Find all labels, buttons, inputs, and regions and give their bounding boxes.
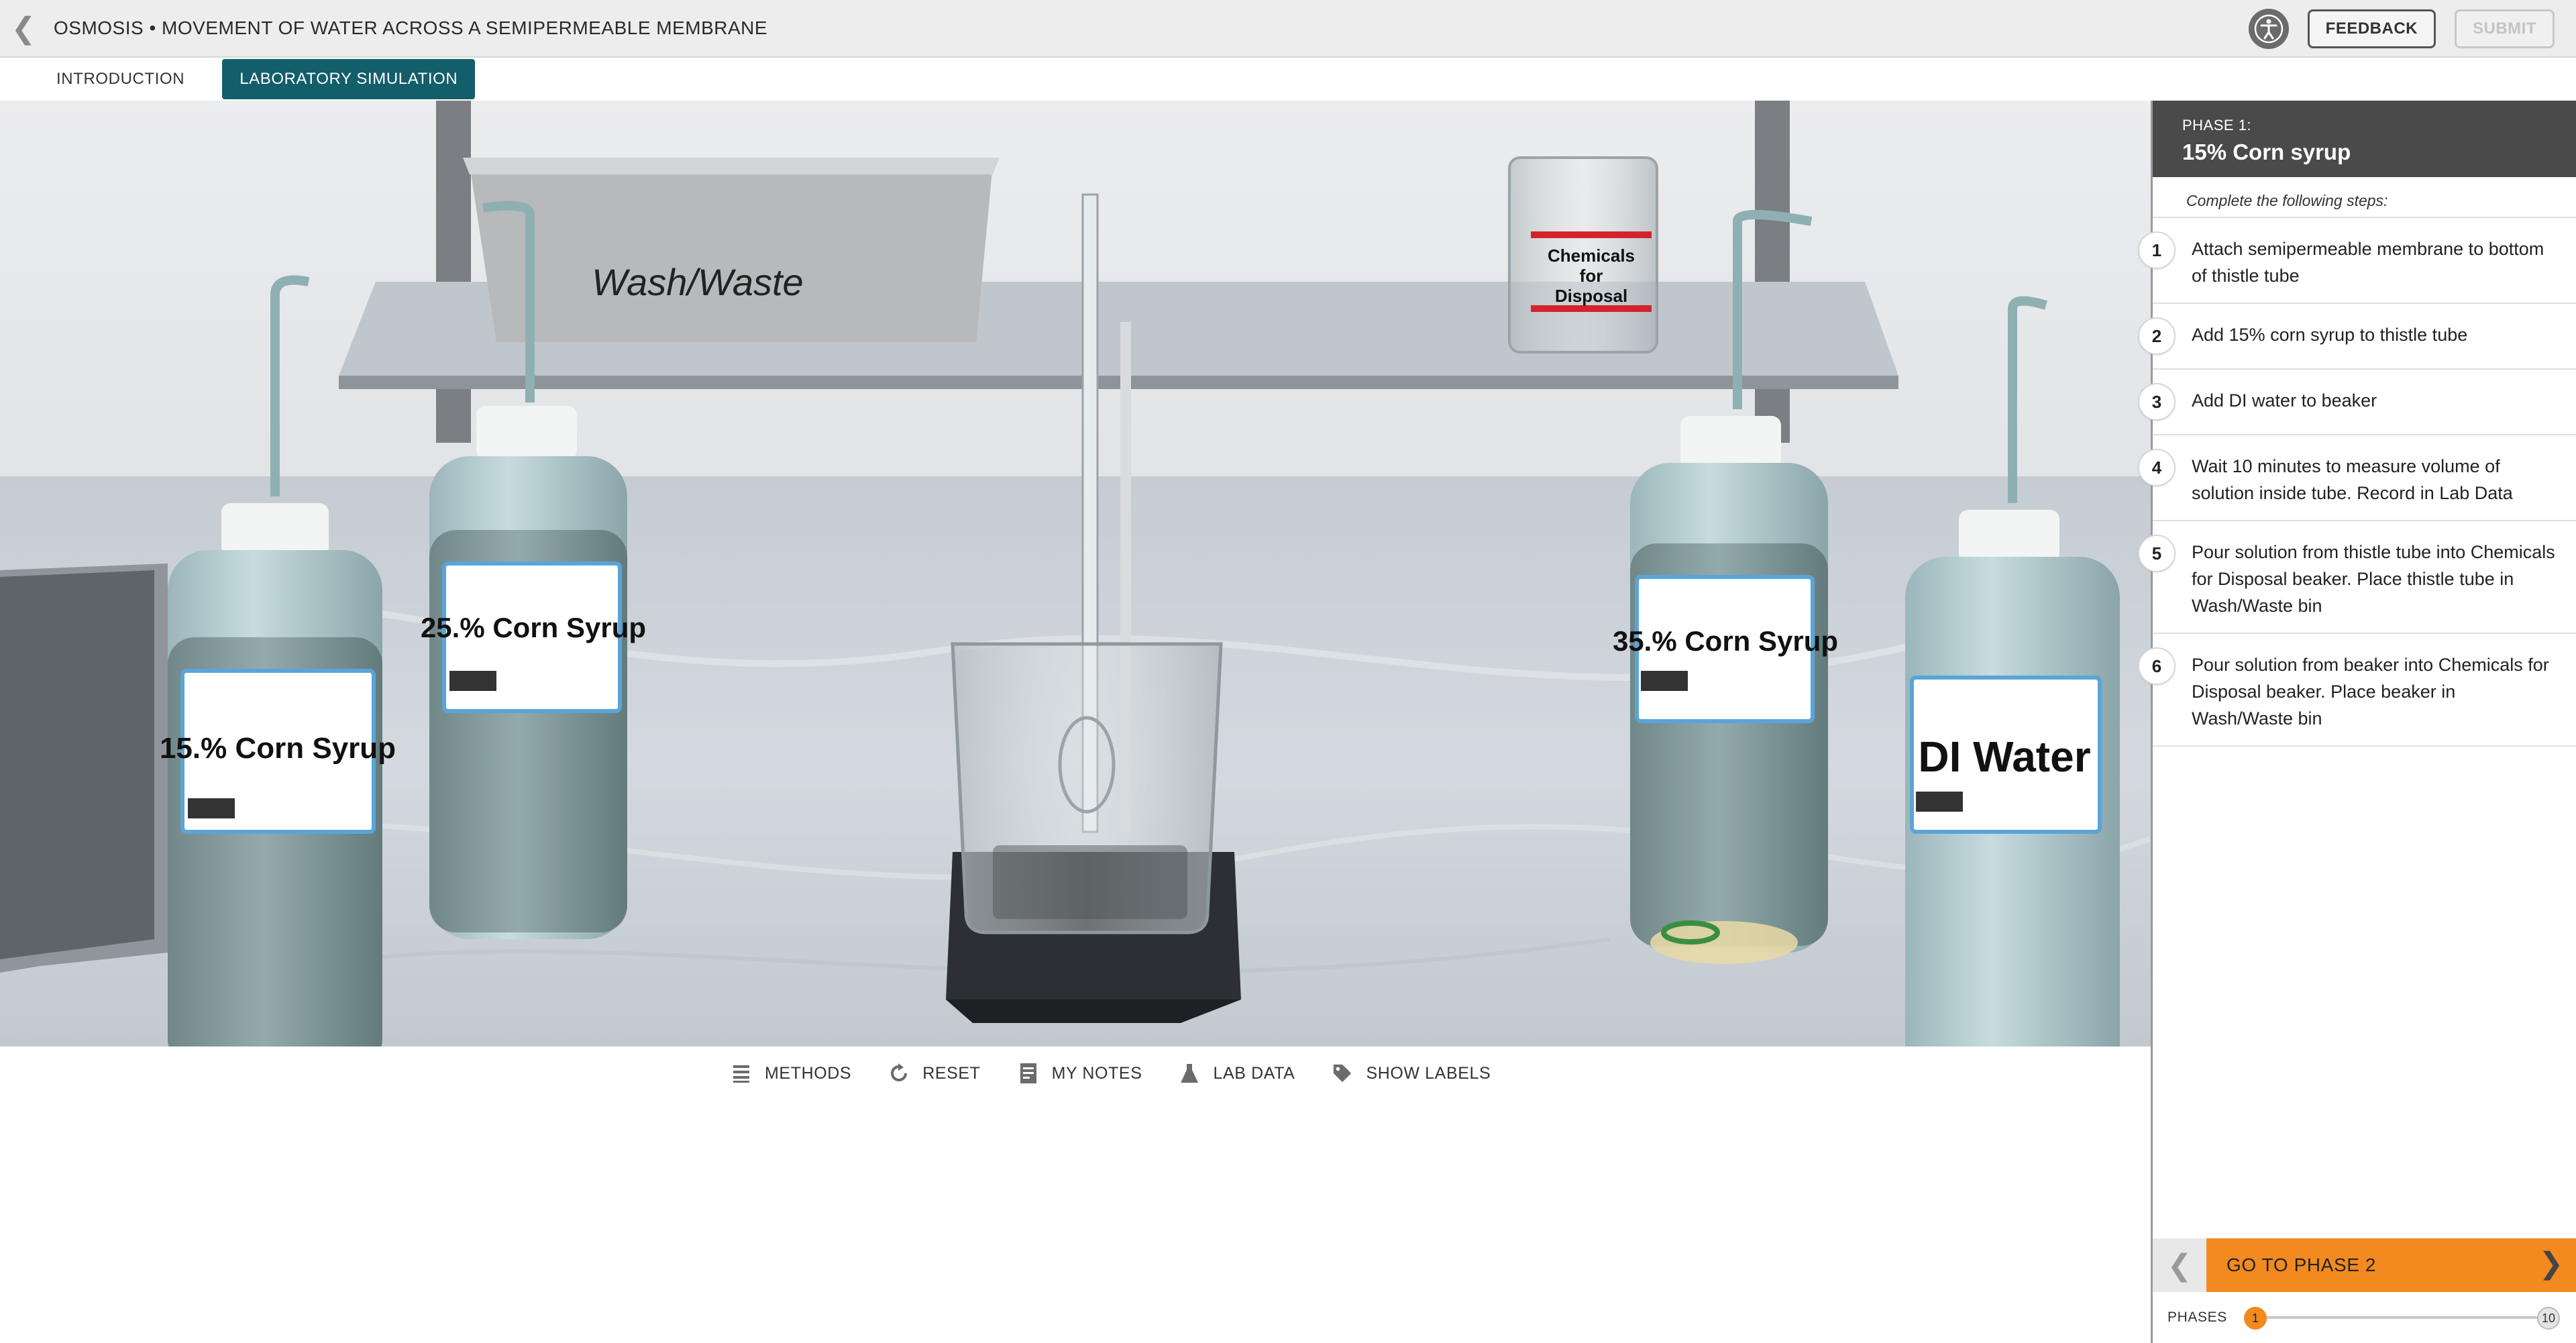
lab-data-label: LAB DATA [1213,1063,1295,1083]
phase-navigation: ❮ GO TO PHASE 2 ❯ [2153,1238,2576,1292]
phases-slider-row: PHASES 1 10 [2153,1299,2576,1336]
phase-slider-end: 10 [2537,1307,2560,1330]
tag-icon [1332,1062,1352,1085]
tab-bar: INTRODUCTION LABORATORY SIMULATION [0,58,2576,101]
methods-label: METHODS [765,1063,852,1083]
step-text: Attach semipermeable membrane to bottom … [2192,239,2544,286]
step-number: 5 [2138,535,2176,572]
scene-toolbar: METHODS RESET MY NOTES LAB DATA SHOW LAB… [731,1057,1491,1090]
lab-scene[interactable]: Wash/Waste Chemicals for Disposal 15.% C… [0,101,2151,1046]
methods-button[interactable]: METHODS [731,1062,851,1085]
phase-slider-handle[interactable]: 1 [2244,1307,2267,1330]
list-icon [731,1062,751,1085]
submit-button[interactable]: SUBMIT [2455,9,2555,48]
notes-icon [1018,1062,1038,1085]
show-labels-label: SHOW LABELS [1366,1063,1491,1083]
step-item: 3 Add DI water to beaker [2138,370,2576,435]
lab-scene-illustration: Wash/Waste Chemicals for Disposal 15.% C… [0,101,2151,1046]
step-number: 4 [2138,449,2176,486]
bottle-di-label: DI Water [1918,733,2090,781]
tab-laboratory-simulation[interactable]: LABORATORY SIMULATION [222,59,476,99]
back-chevron-icon[interactable]: ❮ [0,0,47,57]
disposal-label-line-2: for [1580,266,1603,286]
phase-header: PHASE 1: 15% Corn syrup [2153,101,2576,177]
top-bar: ❮ OSMOSIS • MOVEMENT OF WATER ACROSS A S… [0,0,2576,58]
phase-number: PHASE 1: [2182,117,2252,133]
bottle-25-label: 25.% Corn Syrup [421,612,646,643]
accessibility-icon[interactable] [2248,9,2289,49]
step-text: Add 15% corn syrup to thistle tube [2192,325,2468,345]
disposal-label-line-3: Disposal [1555,286,1627,306]
step-number: 6 [2138,647,2176,685]
next-phase-label: GO TO PHASE 2 [2226,1254,2377,1275]
chevron-right-icon: ❯ [2538,1247,2564,1280]
step-number: 2 [2138,317,2176,355]
phases-label: PHASES [2167,1309,2227,1325]
reset-label: RESET [922,1063,981,1083]
wash-waste-label: Wash/Waste [592,261,803,303]
page-title: OSMOSIS • MOVEMENT OF WATER ACROSS A SEM… [54,17,768,38]
steps-panel: PHASE 1: 15% Corn syrup Complete the fol… [2138,101,2576,1343]
step-text: Wait 10 minutes to measure volume of sol… [2192,456,2513,503]
step-item: 6 Pour solution from beaker into Chemica… [2138,634,2576,747]
step-number: 1 [2138,231,2176,269]
my-notes-button[interactable]: MY NOTES [1018,1062,1142,1085]
lab-data-button[interactable]: LAB DATA [1179,1062,1295,1085]
reset-button[interactable]: RESET [889,1062,980,1085]
flask-icon [1179,1062,1199,1085]
steps-intro: Complete the following steps: [2153,177,2576,218]
my-notes-label: MY NOTES [1051,1063,1142,1083]
step-text: Pour solution from beaker into Chemicals… [2192,655,2549,729]
phases-slider[interactable] [2253,1316,2549,1319]
phase-title: 15% Corn syrup [2182,140,2351,164]
bottle-15-label: 15.% Corn Syrup [160,732,396,765]
step-number: 3 [2138,383,2176,421]
next-phase-button[interactable]: GO TO PHASE 2 ❯ [2206,1238,2576,1292]
reset-icon [889,1062,909,1085]
step-item: 2 Add 15% corn syrup to thistle tube [2138,304,2576,370]
step-item: 5 Pour solution from thistle tube into C… [2138,521,2576,634]
step-text: Add DI water to beaker [2192,390,2377,411]
previous-phase-chevron-icon[interactable]: ❮ [2153,1238,2206,1292]
feedback-button[interactable]: FEEDBACK [2307,9,2436,48]
step-text: Pour solution from thistle tube into Che… [2192,542,2555,616]
disposal-label-line-1: Chemicals [1548,246,1635,266]
step-item: 1 Attach semipermeable membrane to botto… [2138,218,2576,304]
step-item: 4 Wait 10 minutes to measure volume of s… [2138,435,2576,521]
tab-introduction[interactable]: INTRODUCTION [39,59,202,99]
bottle-35-label: 35.% Corn Syrup [1613,625,1838,657]
show-labels-button[interactable]: SHOW LABELS [1332,1062,1491,1085]
top-bar-actions: FEEDBACK SUBMIT [2248,0,2555,58]
